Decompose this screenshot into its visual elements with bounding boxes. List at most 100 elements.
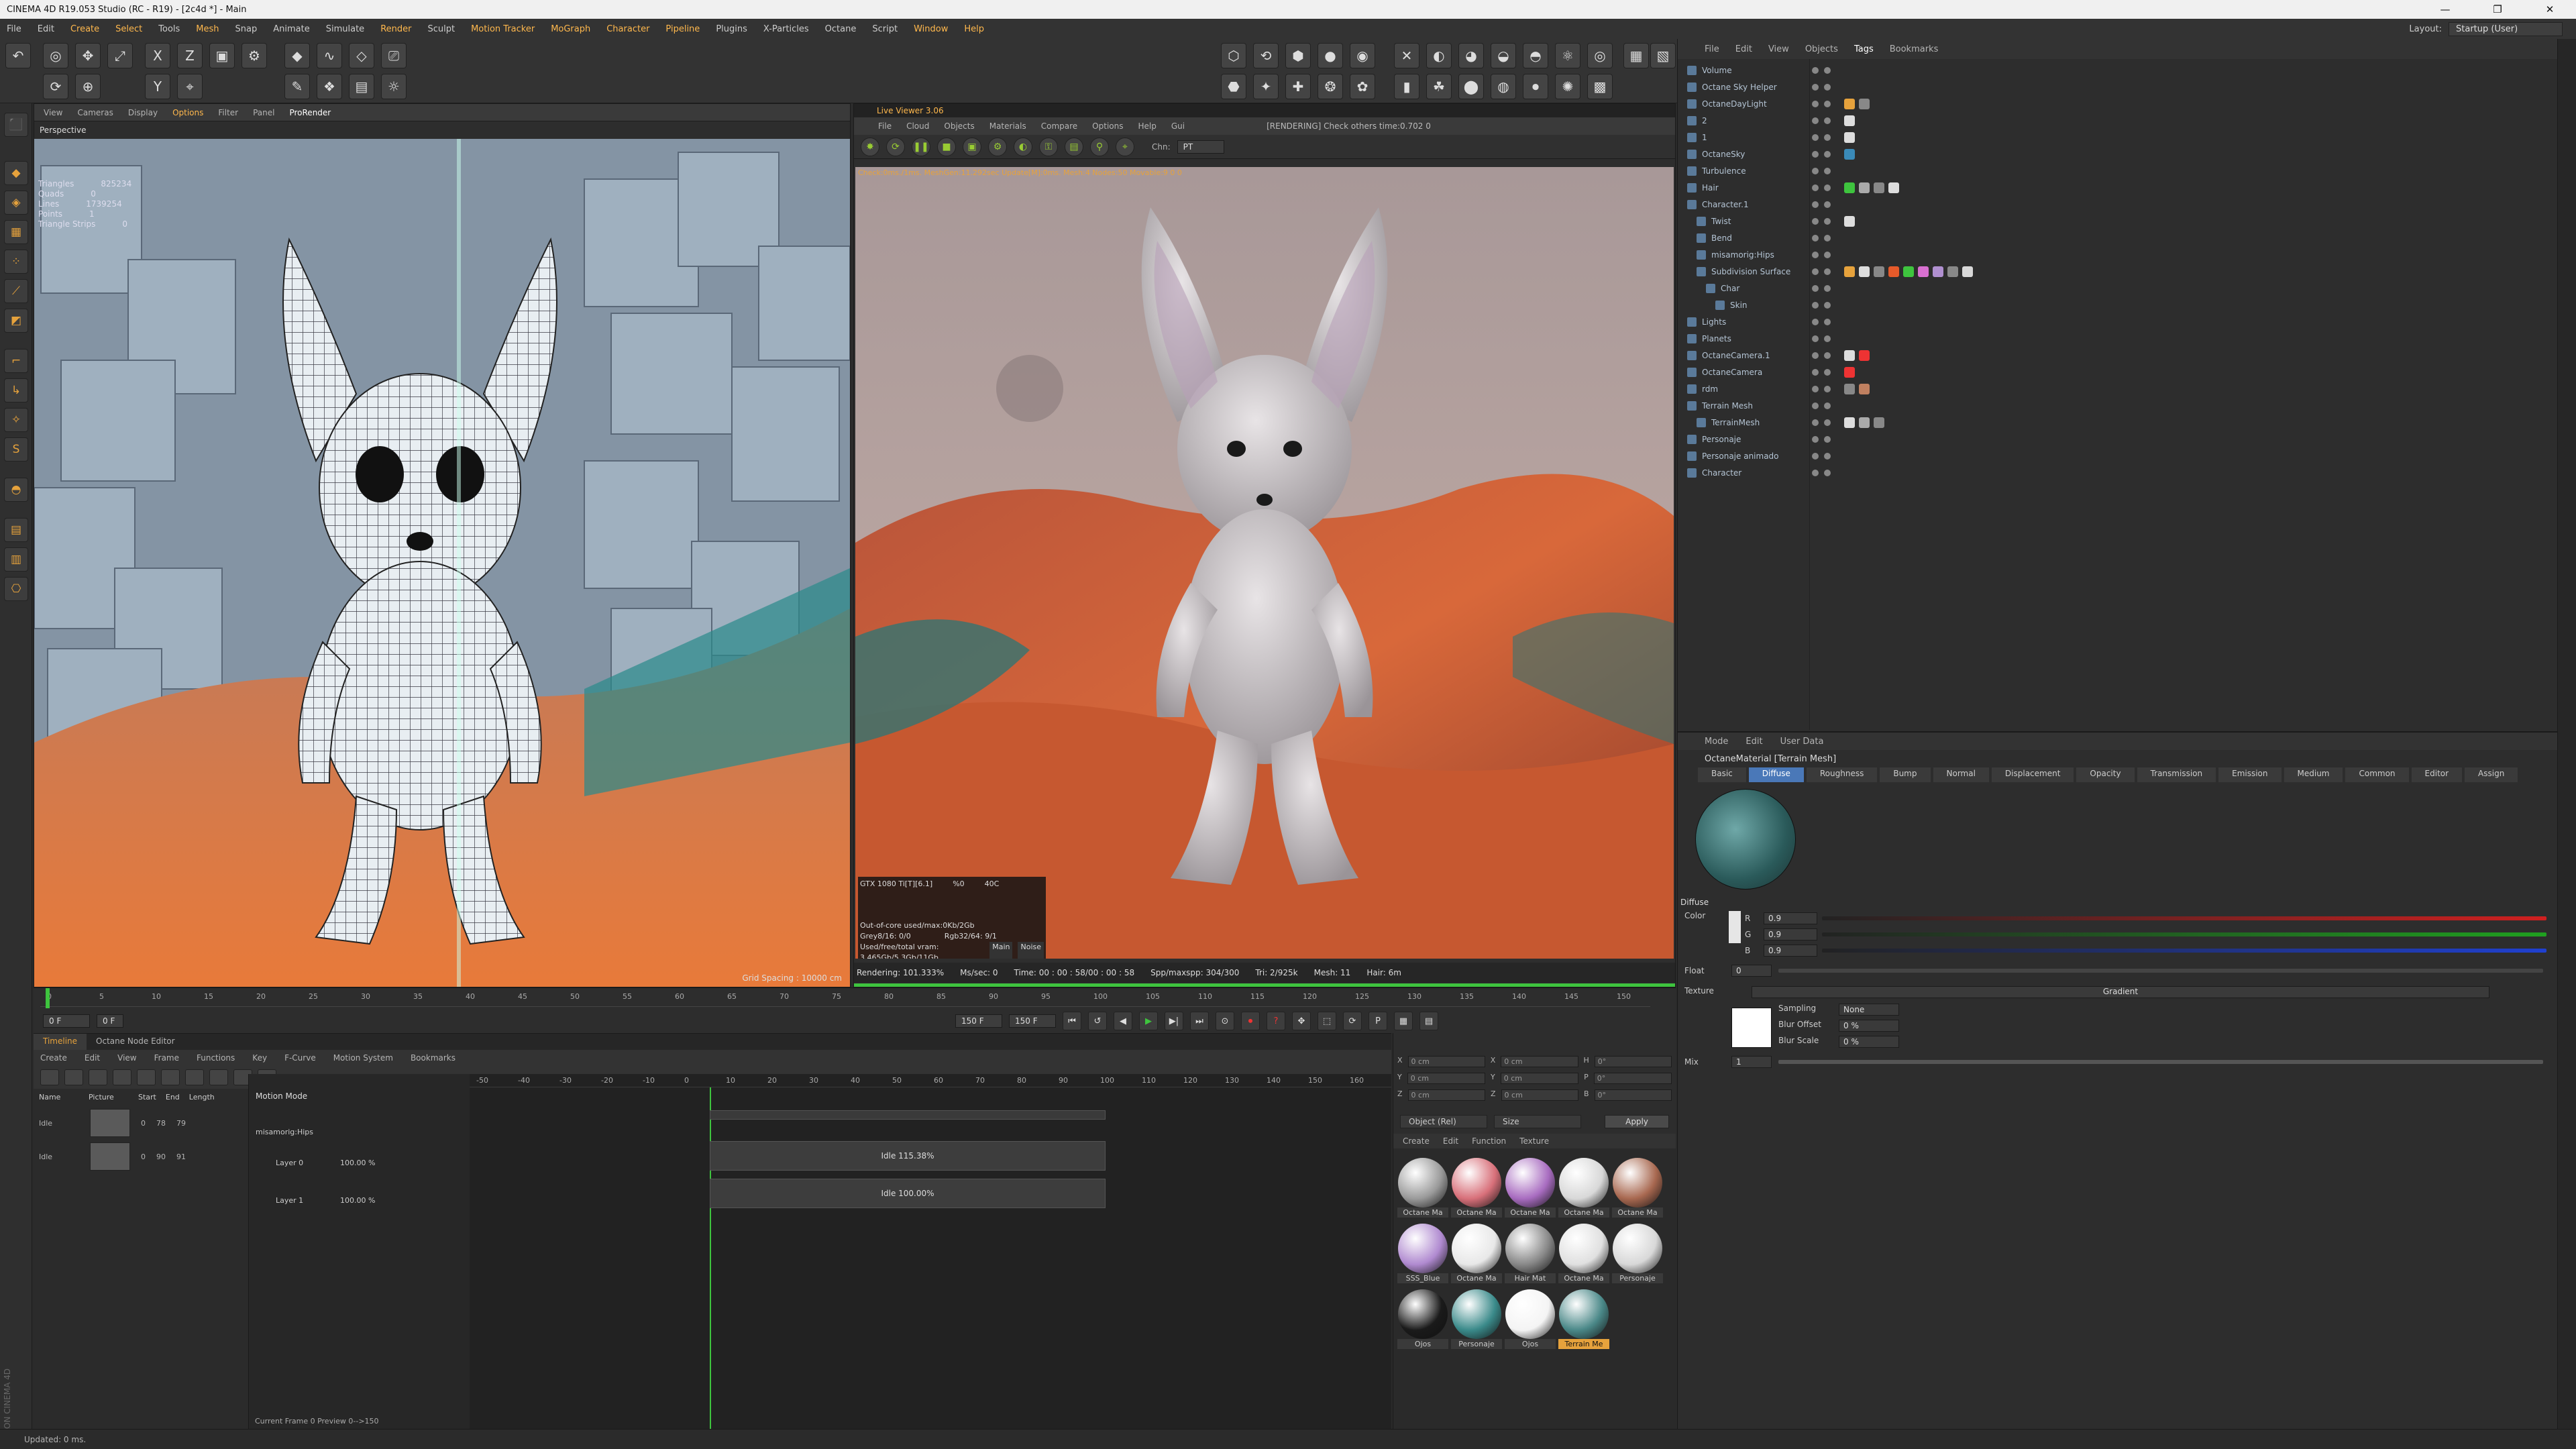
- minimize-button[interactable]: —: [2419, 3, 2471, 15]
- tag-icon[interactable]: [1844, 417, 1855, 428]
- motion-clip-icon[interactable]: ⊙: [1216, 1012, 1234, 1030]
- tab-bump[interactable]: Bump: [1880, 767, 1931, 782]
- render-visibility-icon[interactable]: [1824, 352, 1831, 359]
- object-row[interactable]: Twist: [1678, 213, 2558, 229]
- camera-icon[interactable]: ⎚: [381, 43, 407, 68]
- motion-mode-icon[interactable]: [89, 1069, 107, 1085]
- magnet-icon[interactable]: ◓: [4, 478, 28, 502]
- menu-file[interactable]: File: [7, 24, 21, 34]
- key-scale-icon[interactable]: ⬚: [1318, 1012, 1336, 1030]
- octane-tool-22-icon[interactable]: ⬤: [1458, 74, 1484, 99]
- tag-icon[interactable]: [1947, 266, 1958, 277]
- visibility-dots[interactable]: [1812, 83, 1831, 91]
- tl-menu-functions[interactable]: Functions: [197, 1053, 235, 1063]
- motion-clip[interactable]: Idle 100.00%: [710, 1179, 1106, 1208]
- material-preview[interactable]: [1695, 789, 1796, 890]
- menu-script[interactable]: Script: [872, 24, 898, 34]
- octane-tool-2-icon[interactable]: ⟲: [1253, 43, 1279, 68]
- object-row[interactable]: Turbulence: [1678, 162, 2558, 179]
- obj-menu-file[interactable]: File: [1705, 44, 1719, 54]
- tab-transmission[interactable]: Transmission: [2137, 767, 2216, 782]
- light-icon[interactable]: ☼: [381, 74, 407, 99]
- play-icon[interactable]: ▶: [1139, 1012, 1158, 1030]
- octane-tool-25-icon[interactable]: ✺: [1555, 74, 1580, 99]
- visibility-dots[interactable]: [1812, 284, 1831, 292]
- motion-source-row[interactable]: Idle 0 78 79: [34, 1108, 248, 1138]
- obj-menu-view[interactable]: View: [1768, 44, 1789, 54]
- visibility-dots[interactable]: [1812, 268, 1831, 275]
- visibility-dots[interactable]: [1812, 318, 1831, 325]
- tl-menu-key[interactable]: Key: [252, 1053, 267, 1063]
- visibility-dots[interactable]: [1812, 66, 1831, 74]
- close-button[interactable]: ✕: [2524, 3, 2576, 15]
- workplane-icon[interactable]: ▦: [4, 220, 28, 244]
- position-y-field[interactable]: 0 cm: [1407, 1073, 1486, 1084]
- render-visibility-icon[interactable]: [1824, 335, 1831, 342]
- editor-visibility-icon[interactable]: [1812, 201, 1819, 208]
- tab-roughness[interactable]: Roughness: [1806, 767, 1878, 782]
- editor-visibility-icon[interactable]: [1812, 469, 1819, 476]
- end-frame-field[interactable]: 150 F: [955, 1014, 1002, 1028]
- menu-motion-tracker[interactable]: Motion Tracker: [471, 24, 535, 34]
- material-swatch[interactable]: Personaje: [1451, 1289, 1502, 1349]
- menu-octane[interactable]: Octane: [825, 24, 857, 34]
- render-settings-icon[interactable]: ⚙: [241, 43, 267, 68]
- object-row[interactable]: OctaneCamera: [1678, 364, 2558, 380]
- visibility-dots[interactable]: [1812, 452, 1831, 460]
- gradient-preview[interactable]: [1731, 1008, 1772, 1048]
- editor-visibility-icon[interactable]: [1812, 100, 1819, 107]
- generator-icon[interactable]: ❖: [317, 74, 342, 99]
- size-y-field[interactable]: 0 cm: [1500, 1073, 1579, 1084]
- visibility-dots[interactable]: [1812, 335, 1831, 342]
- tag-icon[interactable]: [1844, 131, 1855, 143]
- render-visibility-icon[interactable]: [1824, 402, 1831, 409]
- tag-icon[interactable]: [1918, 266, 1929, 277]
- octane-tool-19-icon[interactable]: ✿: [1350, 74, 1375, 99]
- zoom-icon[interactable]: [161, 1069, 180, 1085]
- tab-normal[interactable]: Normal: [1933, 767, 1989, 782]
- tab-editor[interactable]: Editor: [2411, 767, 2463, 782]
- editor-visibility-icon[interactable]: [1812, 83, 1819, 91]
- editor-visibility-icon[interactable]: [1812, 133, 1819, 141]
- motion-source-row[interactable]: Idle 0 90 91: [34, 1141, 248, 1172]
- object-row[interactable]: OctaneDayLight: [1678, 95, 2558, 112]
- menu-pipeline[interactable]: Pipeline: [665, 24, 700, 34]
- object-row[interactable]: Bend: [1678, 229, 2558, 246]
- tag-icon[interactable]: [1888, 266, 1899, 277]
- motion-graph[interactable]: -50 -40 -30 -20 -10 0 10 20 30 40 50 60 70 80 90 100 110…: [255, 1074, 1391, 1430]
- tag-icon[interactable]: [1859, 417, 1870, 428]
- render-visibility-icon[interactable]: [1824, 217, 1831, 225]
- editor-visibility-icon[interactable]: [1812, 268, 1819, 275]
- lv-menu-help[interactable]: Help: [1138, 121, 1156, 131]
- tag-icon[interactable]: [1844, 266, 1855, 277]
- editor-visibility-icon[interactable]: [1812, 66, 1819, 74]
- material-swatch[interactable]: Hair Mat: [1505, 1224, 1556, 1283]
- tab-octane-node-editor[interactable]: Octane Node Editor: [87, 1034, 184, 1050]
- visibility-dots[interactable]: [1812, 301, 1831, 309]
- object-row[interactable]: 1: [1678, 129, 2558, 146]
- attr-menu-user-data[interactable]: User Data: [1780, 737, 1824, 747]
- snap-icon[interactable]: S: [4, 437, 28, 462]
- visibility-dots[interactable]: [1812, 217, 1831, 225]
- prev-frame-icon[interactable]: ◀: [1114, 1012, 1132, 1030]
- menu-x-particles[interactable]: X-Particles: [763, 24, 809, 34]
- object-row[interactable]: OctaneCamera.1: [1678, 347, 2558, 364]
- viewport-menu-cameras[interactable]: Cameras: [77, 108, 113, 117]
- render-visibility-icon[interactable]: [1824, 419, 1831, 426]
- octane-tool-8-icon[interactable]: ◕: [1458, 43, 1484, 68]
- tab-common[interactable]: Common: [2345, 767, 2409, 782]
- octane-tool-21-icon[interactable]: ☘: [1426, 74, 1452, 99]
- scale-tool-icon[interactable]: ⊕: [75, 74, 101, 99]
- menu-window[interactable]: Window: [914, 24, 948, 34]
- object-row[interactable]: Lights: [1678, 313, 2558, 330]
- key-position-icon[interactable]: ✥: [1292, 1012, 1311, 1030]
- timeline-playhead[interactable]: [46, 988, 50, 1008]
- z-axis-icon[interactable]: Z: [177, 43, 203, 68]
- preview-end-field[interactable]: 150 F: [1009, 1014, 1056, 1028]
- tab-opacity[interactable]: Opacity: [2076, 767, 2135, 782]
- mat-menu-texture[interactable]: Texture: [1519, 1136, 1549, 1146]
- editor-visibility-icon[interactable]: [1812, 402, 1819, 409]
- octane-tool-26-icon[interactable]: ▩: [1587, 74, 1613, 99]
- current-frame-field[interactable]: 0 F: [43, 1014, 90, 1028]
- fcurve-mode-icon[interactable]: [64, 1069, 83, 1085]
